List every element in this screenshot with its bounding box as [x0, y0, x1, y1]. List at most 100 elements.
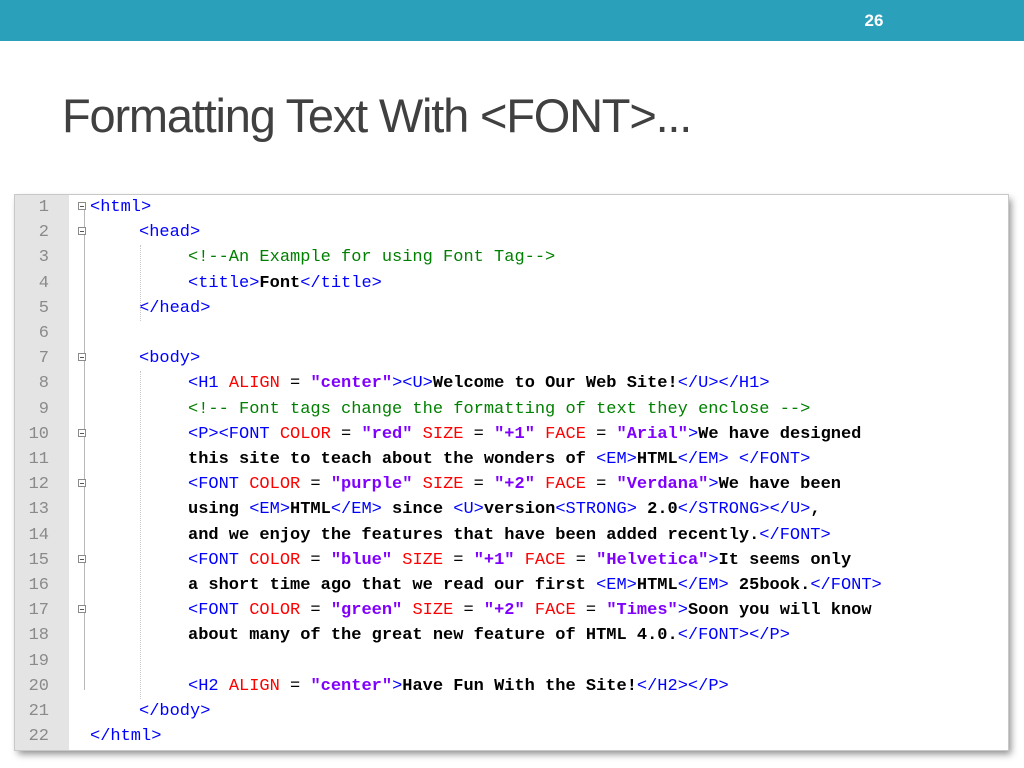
code-value-token: "Helvetica": [596, 550, 709, 570]
code-tag-token: <P><FONT: [188, 424, 280, 444]
fold-toggle-icon[interactable]: [78, 428, 86, 437]
code-line: 17 <FONT COLOR = "green" SIZE = "+2" FACE…: [15, 598, 1008, 623]
code-tag-token: <STRONG>: [555, 500, 637, 520]
line-number: 13: [28, 500, 49, 520]
line-number: 19: [28, 651, 49, 671]
code-content: <head>: [139, 220, 200, 245]
code-text-token: Font: [259, 273, 301, 293]
code-tag-token: </EM>: [330, 500, 382, 520]
fold-toggle-icon[interactable]: [78, 202, 86, 210]
code-attribute-token: SIZE: [422, 424, 464, 444]
code-plain-token: =: [300, 601, 331, 621]
code-attribute-token: SIZE: [402, 550, 444, 570]
code-line: 5 </head>: [15, 296, 1008, 321]
code-attribute-token: SIZE: [412, 601, 454, 621]
code-content: using <EM>HTML</EM> since <U>version<STR…: [188, 497, 821, 522]
code-tag-token: <H2: [188, 676, 229, 696]
line-number: 3: [38, 248, 49, 268]
code-tag-token: >: [392, 676, 403, 696]
code-content: about many of the great new feature of H…: [188, 623, 790, 648]
code-line: 10 <P><FONT COLOR = "red" SIZE = "+1" FAC…: [15, 422, 1008, 447]
fold-toggle-icon[interactable]: [78, 479, 86, 488]
code-tag-token: </body>: [139, 702, 211, 721]
code-text-token: 2.0: [636, 500, 678, 520]
code-tag-token: <U>: [453, 500, 484, 520]
code-tag-token: >: [687, 424, 699, 444]
indent-guide: [140, 371, 141, 699]
code-line: 18 about many of the great new feature of…: [15, 623, 1008, 648]
code-text-token: and we enjoy the features that have been…: [188, 525, 760, 545]
code-content: <title>Font</title>: [188, 271, 382, 296]
code-attribute-token: ALIGN: [228, 676, 280, 696]
code-line: 14 and we enjoy the features that have be…: [15, 523, 1008, 548]
code-line: 22 </html>: [15, 724, 1008, 749]
code-text-token: We have designed: [698, 424, 862, 444]
fold-toggle-icon[interactable]: [78, 605, 86, 614]
code-plain-token: =: [463, 475, 495, 495]
code-attribute-token: SIZE: [422, 475, 464, 495]
code-plain-token: [535, 475, 545, 494]
line-number: 6: [38, 324, 49, 343]
code-content: <FONT COLOR = "blue" SIZE = "+1" FACE = …: [188, 548, 851, 573]
code-plain-token: =: [565, 550, 597, 570]
line-number: 2: [38, 223, 49, 243]
code-attribute-token: FACE: [545, 424, 586, 444]
code-plain-token: [402, 601, 412, 620]
code-plain-token: [535, 425, 545, 444]
code-attribute-token: ALIGN: [228, 374, 280, 394]
code-value-token: "purple": [330, 475, 413, 495]
code-tag-token: ><U>: [392, 374, 433, 394]
code-tag-token: </head>: [139, 298, 211, 318]
code-line: 1 <html>: [15, 195, 1008, 220]
fold-toggle-icon[interactable]: [78, 353, 86, 362]
code-line: 2 <head>: [15, 220, 1008, 245]
code-tag-token: </FONT>: [810, 576, 882, 595]
code-text-token: Have Fun With the Site!: [402, 676, 637, 696]
code-plain-token: [525, 601, 535, 620]
code-content: </head>: [139, 296, 210, 321]
top-bar: 26: [0, 0, 1024, 41]
code-text-token: this site to teach about the wonders of: [188, 450, 597, 469]
code-attribute-token: FACE: [524, 550, 566, 570]
code-text-token: version: [483, 500, 556, 520]
code-tag-token: <EM>: [596, 576, 637, 595]
code-plain-token: [412, 425, 422, 444]
line-number: 4: [38, 273, 49, 293]
code-value-token: "center": [310, 374, 393, 394]
code-tag-token: <body>: [139, 349, 201, 369]
code-line: 4 <title>Font</title>: [15, 271, 1008, 296]
line-number: 22: [28, 727, 49, 747]
line-number: 9: [38, 399, 49, 419]
line-number: 7: [38, 349, 49, 369]
code-content: <body>: [139, 346, 200, 371]
code-plain-token: =: [279, 676, 311, 696]
code-text-token: using: [188, 500, 250, 520]
fold-toggle-icon[interactable]: [78, 554, 86, 563]
line-number: 12: [28, 475, 49, 495]
code-text-token: about many of the great new feature of H…: [188, 626, 678, 646]
code-plain-token: =: [585, 424, 617, 444]
code-attribute-token: FACE: [545, 475, 586, 495]
code-value-token: "red": [361, 424, 413, 444]
code-line: 21 </body>: [15, 699, 1008, 724]
code-line: 20 <H2 ALIGN = "center">Have Fun With the…: [15, 674, 1008, 699]
code-line: 8 <H1 ALIGN = "center"><U>Welcome to Our …: [15, 371, 1008, 396]
code-content: <FONT COLOR = "purple" SIZE = "+2" FACE …: [188, 472, 841, 497]
code-line: 16 a short time ago that we read our firs…: [15, 573, 1008, 598]
code-attribute-token: COLOR: [249, 475, 301, 495]
code-value-token: "+2": [494, 475, 535, 495]
code-content: and we enjoy the features that have been…: [188, 523, 831, 548]
slide-number: 26: [864, 11, 884, 30]
code-text-token: HTML: [290, 500, 331, 520]
code-text-token: a short time ago that we read our first: [188, 576, 597, 595]
code-value-token: "center": [310, 676, 393, 696]
code-plain-token: =: [443, 550, 474, 570]
code-plain-token: =: [300, 475, 331, 495]
fold-toggle-icon[interactable]: [78, 227, 86, 236]
line-number: 17: [28, 601, 49, 621]
code-attribute-token: COLOR: [279, 424, 331, 444]
code-value-token: "+2": [483, 601, 525, 621]
code-line: 6: [15, 321, 1008, 346]
code-content: <!--An Example for using Font Tag-->: [188, 245, 555, 270]
code-text-token: 25book.: [728, 576, 811, 595]
